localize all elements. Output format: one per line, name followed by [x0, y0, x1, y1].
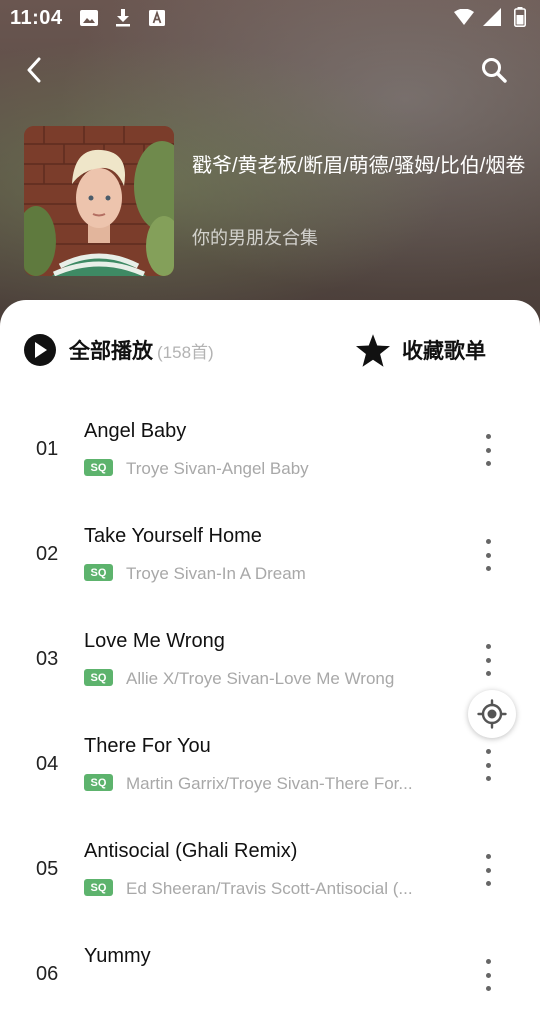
image-icon: [79, 8, 99, 28]
song-title: There For You: [84, 735, 211, 757]
song-artist-album: Ed Sheeran/Travis Scott-Antisocial (...: [126, 879, 413, 898]
status-bar: 11:04: [0, 0, 540, 36]
play-icon: [24, 334, 56, 366]
playlist-title: 戳爷/黄老板/断眉/萌德/骚姆/比伯/烟卷: [192, 155, 526, 177]
song-artist-album: Troye Sivan-In A Dream: [126, 564, 306, 583]
more-options-button[interactable]: [478, 747, 498, 783]
song-count: (158首): [157, 342, 214, 362]
top-navigation: [0, 48, 540, 92]
download-icon: [113, 8, 133, 28]
signal-icon: [482, 7, 502, 27]
playlist-subtitle: 你的男朋友合集: [192, 228, 318, 248]
song-artist-album: Troye Sivan-Angel Baby: [126, 459, 309, 478]
song-index: 04: [36, 753, 59, 775]
notification-icons: [79, 8, 167, 28]
more-options-button[interactable]: [478, 537, 498, 573]
song-title: Take Yourself Home: [84, 525, 262, 547]
sq-badge: SQ: [84, 774, 113, 791]
song-row[interactable]: 04 There For You SQ Martin Garrix/Troye …: [0, 715, 540, 820]
collect-playlist-button[interactable]: 收藏歌单: [356, 330, 486, 370]
song-row[interactable]: 02 Take Yourself Home SQ Troye Sivan-In …: [0, 505, 540, 610]
font-a-icon: [147, 8, 167, 28]
cover-artwork: [24, 126, 174, 276]
song-artist-album: Martin Garrix/Troye Sivan-There For...: [126, 774, 413, 793]
star-icon: [356, 333, 390, 367]
song-artist-album: Allie X/Troye Sivan-Love Me Wrong: [126, 669, 395, 688]
chevron-left-icon: [27, 57, 41, 83]
collect-label: 收藏歌单: [402, 340, 486, 363]
song-row[interactable]: 06 Yummy: [0, 925, 540, 1030]
song-row[interactable]: 03 Love Me Wrong SQ Allie X/Troye Sivan-…: [0, 610, 540, 715]
song-index: 02: [36, 543, 59, 565]
song-row[interactable]: 01 Angel Baby SQ Troye Sivan-Angel Baby: [0, 400, 540, 505]
song-list-sheet: 全部播放 (158首) 收藏歌单 01 Angel Baby SQ Troye …: [0, 300, 540, 991]
sq-badge: SQ: [84, 564, 113, 581]
more-options-button[interactable]: [478, 642, 498, 678]
battery-icon: [510, 7, 530, 27]
song-title: Antisocial (Ghali Remix): [84, 840, 298, 862]
song-title: Yummy: [84, 945, 151, 967]
song-row[interactable]: 05 Antisocial (Ghali Remix) SQ Ed Sheera…: [0, 820, 540, 925]
more-options-button[interactable]: [478, 957, 498, 993]
song-index: 06: [36, 963, 59, 985]
song-title: Angel Baby: [84, 420, 187, 442]
song-index: 01: [36, 438, 59, 460]
more-options-button[interactable]: [478, 852, 498, 888]
search-button[interactable]: [478, 54, 510, 86]
song-title: Love Me Wrong: [84, 630, 225, 652]
sq-badge: SQ: [84, 459, 113, 476]
play-all-label: 全部播放: [69, 340, 153, 363]
sq-badge: SQ: [84, 879, 113, 896]
back-button[interactable]: [18, 54, 50, 86]
crosshair-icon: [477, 699, 507, 729]
locate-current-song-button[interactable]: [468, 690, 516, 738]
search-icon: [482, 58, 507, 83]
status-time: 11:04: [10, 6, 63, 29]
action-bar: 全部播放 (158首) 收藏歌单: [0, 330, 540, 374]
song-index: 03: [36, 648, 59, 670]
play-all-button[interactable]: 全部播放 (158首): [24, 330, 214, 370]
playlist-cover[interactable]: [24, 126, 174, 276]
song-index: 05: [36, 858, 59, 880]
system-icons: [454, 7, 530, 27]
more-options-button[interactable]: [478, 432, 498, 468]
wifi-icon: [454, 7, 474, 27]
sq-badge: SQ: [84, 669, 113, 686]
